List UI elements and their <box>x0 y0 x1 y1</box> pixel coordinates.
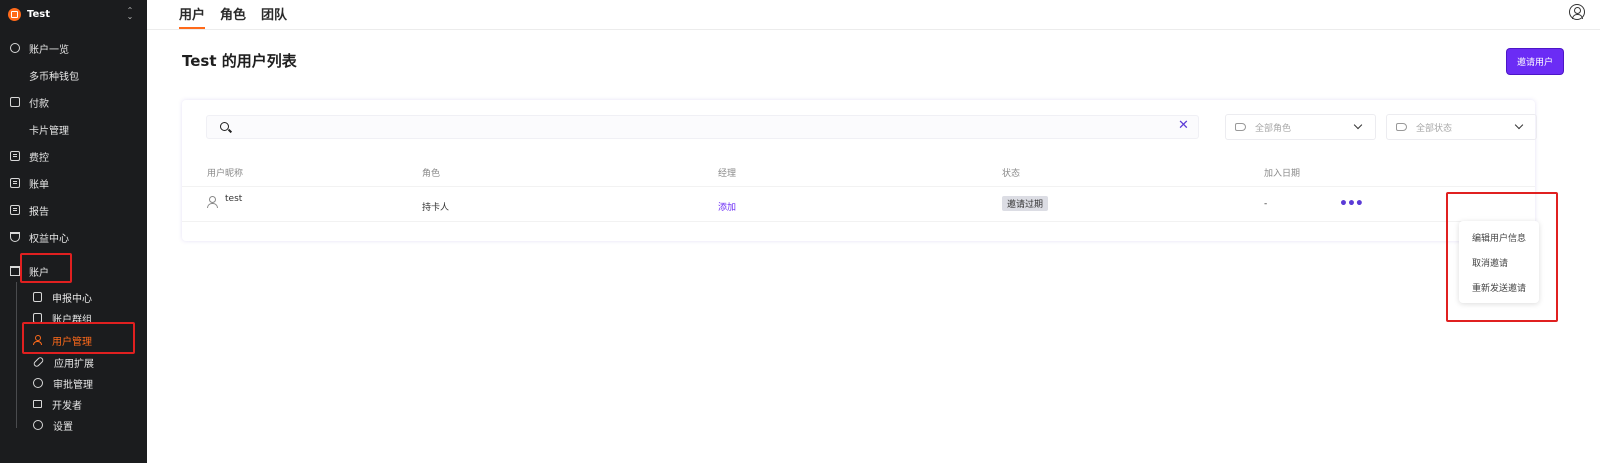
status-filter-select[interactable]: 全部状态 <box>1386 114 1537 140</box>
tag-icon <box>1396 123 1407 131</box>
store-icon <box>10 266 20 276</box>
sidebar-subitem-approvals[interactable]: 审批管理 <box>33 373 93 393</box>
submenu-line <box>16 282 17 428</box>
search-input[interactable] <box>237 119 1137 136</box>
status-badge: 邀请过期 <box>1002 196 1049 211</box>
monitor-icon <box>33 400 42 408</box>
sidebar-item-overview[interactable]: 账户一览 <box>10 38 69 58</box>
gear-icon <box>33 420 43 430</box>
row-more-button[interactable]: ••• <box>1339 197 1364 211</box>
highlight-account <box>20 253 72 283</box>
role-filter-select[interactable]: 全部角色 <box>1225 114 1376 140</box>
sidebar-subitem-declaration[interactable]: 申报中心 <box>33 287 92 307</box>
sidebar-item-payment[interactable]: 付款 <box>10 92 49 112</box>
sidebar: Test ⌃ ⌄ 账户一览 多币种钱包 付款 卡片管理 费控 账单 报告 权益中心… <box>0 0 202 463</box>
highlight-action-menu <box>1446 192 1558 322</box>
row-divider <box>182 221 1535 222</box>
user-avatar-icon <box>207 196 218 208</box>
sidebar-item-expense[interactable]: 费控 <box>10 146 49 166</box>
sidebar-item-cards[interactable]: 卡片管理 <box>10 119 202 234</box>
tab-teams[interactable]: 团队 <box>261 0 287 29</box>
page-title: Test 的用户列表 <box>182 52 297 70</box>
sidebar-item-reports[interactable]: 报告 <box>10 200 49 220</box>
column-header-role: 角色 <box>422 169 441 179</box>
chevron-up-down-icon[interactable]: ⌃ ⌄ <box>126 7 134 21</box>
sidebar-subitem-extensions[interactable]: 应用扩展 <box>32 352 94 372</box>
workspace-name: Test <box>27 8 51 20</box>
trophy-icon <box>10 232 20 242</box>
chevron-down-icon <box>1514 120 1524 130</box>
highlight-user-management <box>22 322 135 354</box>
tag-icon <box>1235 123 1246 131</box>
column-header-nickname: 用户昵称 <box>207 169 244 179</box>
sidebar-item-rewards[interactable]: 权益中心 <box>10 227 69 247</box>
cell-role: 持卡人 <box>422 203 450 213</box>
tab-roles[interactable]: 角色 <box>220 0 246 29</box>
column-header-status: 状态 <box>1002 169 1021 179</box>
sidebar-item-bills[interactable]: 账单 <box>10 173 49 193</box>
dashboard-icon <box>10 43 20 53</box>
user-list-card: ✕ 全部角色 全部状态 用户昵称 角色 经理 状态 加入日期 test 持卡人 … <box>182 100 1537 241</box>
top-tabs: 用户 角色 团队 <box>179 0 302 29</box>
column-header-join-date: 加入日期 <box>1264 169 1301 179</box>
chevron-down-icon <box>1353 120 1363 130</box>
workspace-logo-icon <box>8 7 21 21</box>
search-icon <box>220 122 229 131</box>
clear-icon[interactable]: ✕ <box>1178 118 1189 133</box>
sidebar-subitem-settings[interactable]: 设置 <box>33 415 73 435</box>
invite-user-button[interactable]: 邀请用户 <box>1507 49 1563 74</box>
link-icon <box>32 355 45 369</box>
cell-join-date: - <box>1264 199 1268 209</box>
sidebar-subitem-developer[interactable]: 开发者 <box>33 394 82 414</box>
search-bar: ✕ <box>206 115 1199 139</box>
add-manager-link[interactable]: 添加 <box>718 200 736 213</box>
workspace-switcher[interactable]: Test ⌃ ⌄ <box>8 4 134 24</box>
payment-icon <box>10 97 20 107</box>
profile-icon[interactable] <box>1569 4 1585 20</box>
doc-icon <box>33 292 42 302</box>
bill-icon <box>10 178 20 188</box>
column-header-manager: 经理 <box>718 169 737 179</box>
sidebar-item-wallet[interactable]: 多币种钱包 <box>10 65 202 180</box>
cell-nickname: test <box>225 194 243 204</box>
tab-users[interactable]: 用户 <box>179 0 206 29</box>
row-divider <box>182 186 1535 187</box>
check-circle-icon <box>33 378 43 388</box>
expense-icon <box>10 151 20 161</box>
header-divider <box>147 29 1600 30</box>
report-icon <box>10 205 20 215</box>
